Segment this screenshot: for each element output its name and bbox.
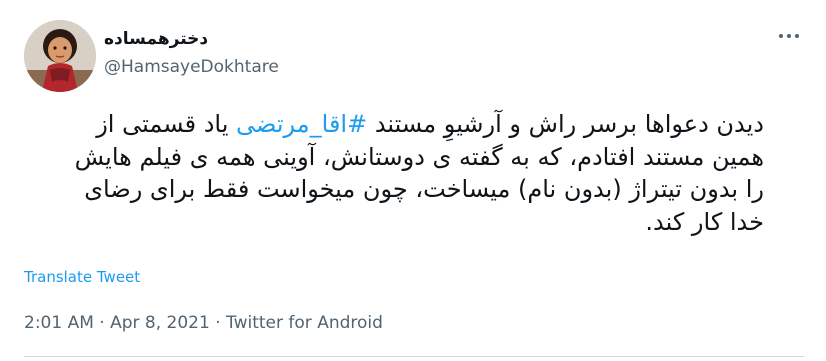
tweet-date[interactable]: Apr 8, 2021 xyxy=(110,313,210,333)
divider xyxy=(24,356,804,357)
more-horizontal-icon xyxy=(779,34,783,38)
tweet-text: دیدن دعواها برسر راش و آرشیوِ مستند #اقا… xyxy=(60,108,764,238)
author-handle[interactable]: @HamsayeDokhtare xyxy=(104,57,279,77)
translate-tweet-link[interactable]: Translate Tweet xyxy=(24,268,140,286)
avatar[interactable] xyxy=(24,20,96,92)
meta-separator: · xyxy=(209,313,227,333)
tweet-metadata: 2:01 AM · Apr 8, 2021 · Twitter for Andr… xyxy=(24,313,383,333)
avatar-image xyxy=(24,20,96,92)
more-horizontal-icon-dot xyxy=(795,34,799,38)
tweet-source[interactable]: Twitter for Android xyxy=(226,313,383,333)
tweet-time[interactable]: 2:01 AM xyxy=(24,313,94,333)
author-display-name[interactable]: دخترهمساده xyxy=(104,29,208,49)
more-horizontal-icon-dot xyxy=(787,34,791,38)
tweet-card: دخترهمساده @HamsayeDokhtare دیدن دعواها … xyxy=(0,0,826,361)
hashtag-link[interactable]: #اقا_مرتضی xyxy=(236,110,367,138)
tweet-text-before: دیدن دعواها برسر راش و آرشیوِ مستند xyxy=(367,110,764,138)
meta-separator: · xyxy=(93,313,111,333)
more-options-button[interactable] xyxy=(774,26,804,46)
